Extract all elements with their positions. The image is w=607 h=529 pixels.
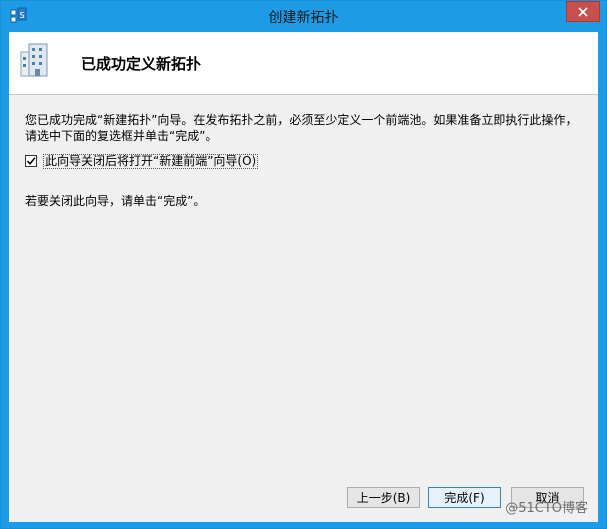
back-button[interactable]: 上一步(B) — [347, 487, 420, 508]
open-frontend-wizard-checkbox[interactable] — [25, 155, 37, 167]
wizard-client-area: 已成功定义新拓扑 您已成功完成“新建拓扑”向导。在发布拓扑之前，必须至少定义一个… — [9, 32, 598, 522]
wizard-window: S 创建新拓扑 已成功定义新拓扑 您已成功完成“新建拓扑”向导。在发布拓扑之前，… — [0, 0, 607, 529]
closing-instruction: 若要关闭此向导，请单击“完成”。 — [25, 194, 206, 208]
checkbox-label[interactable]: 此向导关闭后将打开“新建前端”向导(O) — [43, 153, 259, 169]
close-button[interactable] — [566, 1, 600, 22]
close-icon — [578, 2, 588, 21]
checkmark-icon — [26, 157, 36, 165]
building-icon — [19, 42, 51, 78]
finish-button[interactable]: 完成(F) — [428, 487, 501, 508]
open-frontend-wizard-option[interactable]: 此向导关闭后将打开“新建前端”向导(O) — [25, 153, 259, 169]
wizard-header: 已成功定义新拓扑 — [9, 32, 598, 95]
window-title: 创建新拓扑 — [268, 10, 339, 26]
description-text: 您已成功完成“新建拓扑”向导。在发布拓扑之前，必须至少定义一个前端池。如果准备立… — [25, 113, 578, 143]
watermark: @51CTO博客 — [505, 501, 588, 516]
page-title: 已成功定义新拓扑 — [81, 55, 202, 73]
title-bar[interactable]: S 创建新拓扑 — [1, 1, 606, 32]
